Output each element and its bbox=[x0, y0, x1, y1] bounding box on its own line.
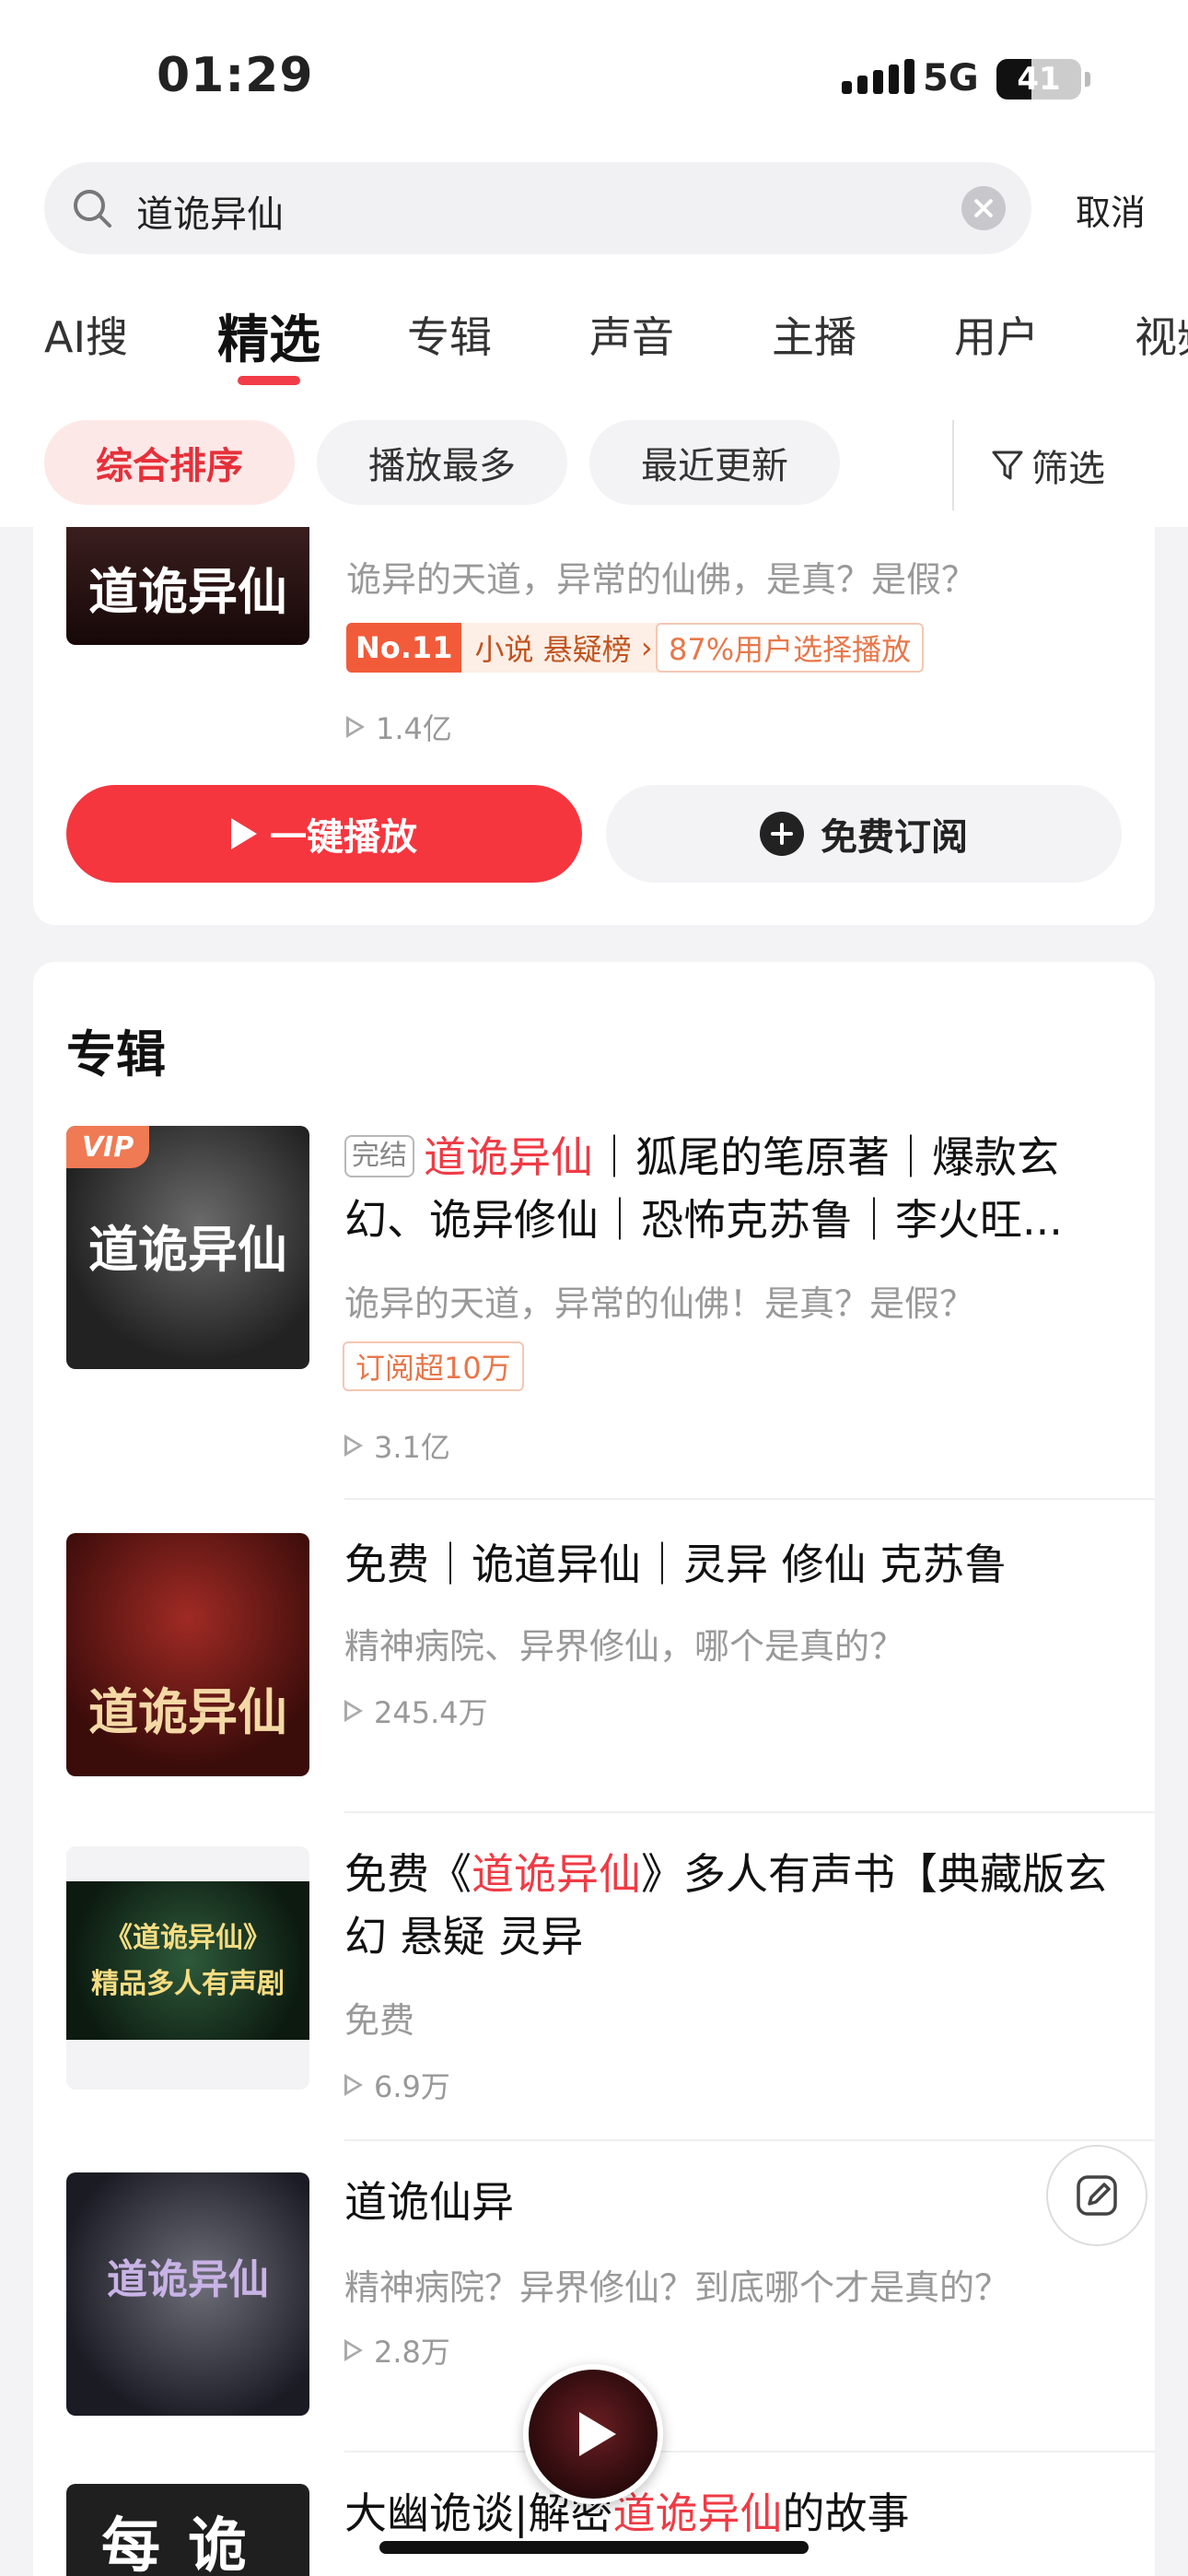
cover-title: 每诡 bbox=[101, 2512, 274, 2576]
album-title-1[interactable]: 完结 道诡异仙｜狐尾的笔原著｜爆款玄幻、诡异修仙｜恐怖克苏鲁｜李火旺... bbox=[344, 1126, 1127, 1251]
play-count-icon bbox=[344, 2074, 363, 2096]
sort-chip-most-played[interactable]: 播放最多 bbox=[317, 420, 567, 505]
sort-chip-overall[interactable]: 综合排序 bbox=[44, 420, 295, 505]
album-title-3[interactable]: 免费《道诡异仙》多人有声书【典藏版玄幻 悬疑 灵异 bbox=[344, 1843, 1127, 1968]
tab-ai-search[interactable]: AI搜 bbox=[44, 304, 128, 365]
active-tab-indicator bbox=[238, 376, 300, 385]
cover-title: 道诡异仙 bbox=[88, 562, 287, 621]
subscribe-button[interactable]: 免费订阅 bbox=[606, 785, 1122, 883]
status-time: 01:29 bbox=[157, 48, 314, 103]
play-count-icon bbox=[346, 716, 365, 738]
tab-users[interactable]: 用户 bbox=[954, 304, 1039, 365]
list-divider bbox=[344, 2139, 1155, 2141]
album-plays-3: 6.9万 bbox=[344, 2064, 450, 2106]
signal-icon bbox=[842, 59, 914, 94]
cover-title: 道诡异仙 bbox=[88, 1220, 287, 1279]
battery-tip bbox=[1085, 72, 1090, 87]
edit-icon bbox=[1077, 2175, 1117, 2216]
album-cover-3[interactable]: 《道诡异仙》 精品多人有声剧 bbox=[66, 1846, 309, 2090]
cover-title: 道诡异仙 bbox=[88, 1682, 287, 1741]
search-input[interactable]: 道诡异仙 bbox=[44, 162, 1031, 254]
finished-tag: 完结 bbox=[344, 1135, 414, 1177]
tab-featured[interactable]: 精选 bbox=[217, 304, 320, 373]
album-desc-3: 免费 bbox=[344, 2000, 415, 2041]
filter-label: 筛选 bbox=[1031, 448, 1105, 490]
sort-chip-recent[interactable]: 最近更新 bbox=[589, 420, 840, 505]
battery-icon: 41 bbox=[996, 59, 1081, 100]
home-indicator bbox=[379, 2541, 809, 2554]
album-title-2[interactable]: 免费｜诡道异仙｜灵异 修仙 克苏鲁 bbox=[344, 1533, 1127, 1596]
edit-button[interactable] bbox=[1046, 2145, 1147, 2246]
cover-line-2: 精品多人有声剧 bbox=[91, 1968, 285, 2000]
network-type: 5G bbox=[923, 57, 979, 100]
tab-hosts[interactable]: 主播 bbox=[772, 304, 856, 365]
rank-number: No.11 bbox=[346, 623, 462, 673]
mini-player-button[interactable] bbox=[523, 2364, 663, 2504]
tab-bar: AI搜 精选 专辑 声音 主播 用户 视频 bbox=[0, 304, 1188, 378]
album-desc-1: 诡异的天道，异常的仙佛！是真？是假？ bbox=[344, 1283, 975, 1324]
album-title-4[interactable]: 道诡仙异 bbox=[344, 2171, 1127, 2233]
choice-badge: 87%用户选择播放 bbox=[656, 623, 925, 673]
search-query: 道诡异仙 bbox=[136, 193, 284, 236]
album-desc-4: 精神病院？异界修仙？到底哪个才是真的？ bbox=[344, 2267, 1010, 2308]
album-plays-2: 245.4万 bbox=[344, 1690, 488, 1732]
vip-badge: VIP bbox=[66, 1126, 149, 1168]
cover-line-1: 《道诡异仙》 bbox=[105, 1922, 271, 1954]
album-plays-4: 2.8万 bbox=[344, 2329, 450, 2371]
subscribe-count-badge: 订阅超10万 bbox=[343, 1341, 524, 1391]
cover-title: 道诡异仙 bbox=[107, 2256, 269, 2303]
battery-level: 41 bbox=[1017, 61, 1061, 98]
tab-videos[interactable]: 视频 bbox=[1135, 304, 1188, 365]
tab-sounds[interactable]: 声音 bbox=[589, 304, 674, 365]
list-divider bbox=[344, 2451, 1155, 2453]
divider bbox=[952, 420, 954, 510]
filter-icon bbox=[992, 451, 1023, 480]
rank-tag[interactable]: No.11 小说 悬疑榜 › bbox=[346, 623, 666, 673]
play-count-icon bbox=[344, 1700, 363, 1722]
filter-button[interactable]: 筛选 bbox=[989, 439, 1105, 492]
top-result-desc: 诡异的天道，异常的仙佛，是真？是假？ bbox=[346, 559, 977, 600]
album-cover-4[interactable]: 道诡异仙 bbox=[66, 2172, 309, 2416]
list-divider bbox=[344, 1811, 1155, 1813]
play-all-button[interactable]: 一键播放 bbox=[66, 785, 582, 883]
play-count-icon bbox=[344, 1434, 363, 1457]
album-desc-2: 精神病院、异界修仙，哪个是真的？ bbox=[344, 1626, 905, 1667]
album-cover-2[interactable]: 道诡异仙 bbox=[66, 1533, 309, 1776]
album-plays-1: 3.1亿 bbox=[344, 1424, 450, 1467]
album-cover-5[interactable]: 每诡 bbox=[66, 2484, 309, 2576]
list-divider bbox=[344, 1498, 1155, 1500]
section-title: 专辑 bbox=[66, 1025, 166, 1083]
play-count-icon bbox=[344, 2339, 363, 2361]
cover-banner: 《道诡异仙》 精品多人有声剧 bbox=[66, 1881, 309, 2040]
play-icon bbox=[231, 818, 257, 849]
top-result-cover[interactable]: 道诡异仙 bbox=[66, 527, 309, 645]
top-result-plays: 1.4亿 bbox=[346, 706, 452, 748]
album-title-5[interactable]: 大幽诡谈|解密道诡异仙的故事 bbox=[344, 2482, 1127, 2545]
album-cover-1[interactable]: VIP 道诡异仙 bbox=[66, 1126, 309, 1369]
tab-albums[interactable]: 专辑 bbox=[407, 304, 492, 365]
rank-label: 小说 悬疑榜 › bbox=[461, 623, 666, 673]
play-icon bbox=[579, 2412, 616, 2456]
cancel-button[interactable]: 取消 bbox=[1076, 184, 1146, 235]
clear-icon[interactable] bbox=[961, 186, 1006, 230]
search-icon bbox=[74, 190, 111, 228]
plus-circle-icon bbox=[760, 812, 804, 856]
